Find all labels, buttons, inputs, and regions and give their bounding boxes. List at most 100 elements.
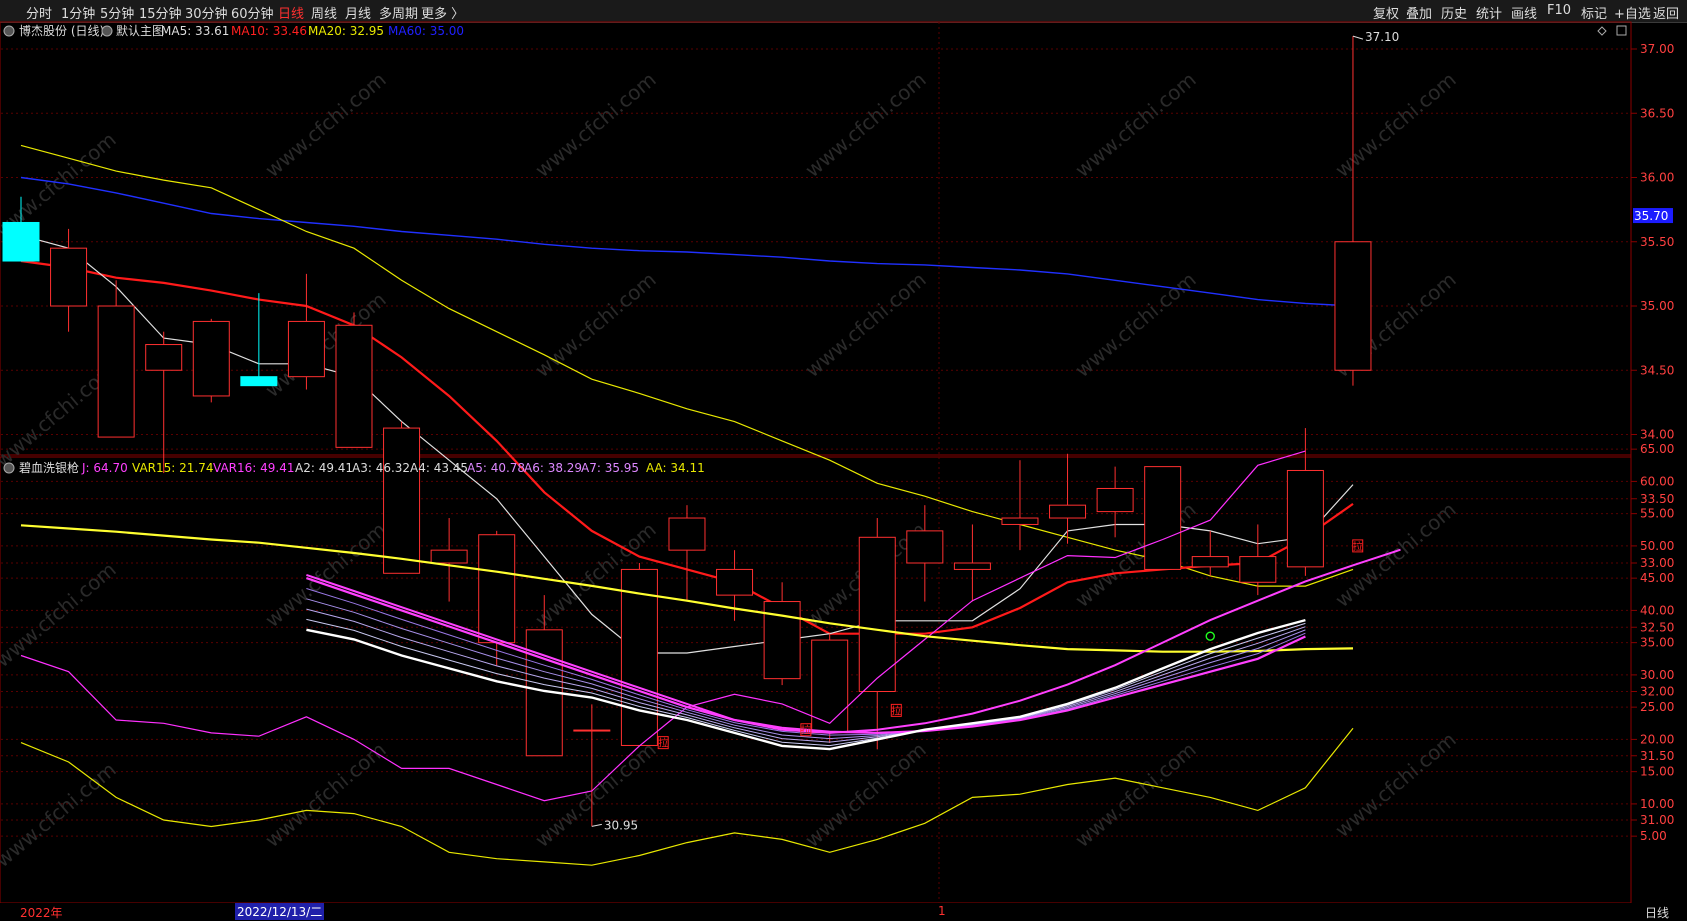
main-y-tick-label: 35.50 (1640, 235, 1674, 249)
candle-body-up (335, 324, 373, 448)
main-y-tick-label: 36.00 (1640, 171, 1674, 185)
candle-body-up (573, 729, 611, 732)
indicator-y-tick-label: 50.00 (1640, 539, 1674, 553)
candle-body-up (1001, 517, 1039, 525)
main-y-tick-label: 33.50 (1640, 492, 1674, 506)
candle-body-up (430, 549, 468, 564)
indicator-y-tick-label: 20.00 (1640, 732, 1674, 746)
signal-marker-char: 拉 (891, 704, 901, 717)
indicator-title: 碧血洗银枪 (19, 460, 79, 475)
high-marker-arrow (1352, 35, 1364, 40)
indicator-label-4: A3: 46.32 (352, 461, 410, 475)
status-bar: 2022年 2022/12/13/二 1 日线 (0, 903, 1687, 921)
year-label: 2022年 (20, 906, 63, 920)
low-marker-label: 30.95 (604, 818, 638, 832)
main-y-tick-label: 31.50 (1640, 749, 1674, 763)
indicator-label-8: A7: 35.95 (581, 461, 639, 475)
main-y-tick-label: 33.00 (1640, 556, 1674, 570)
period-label: 日线 (1645, 906, 1670, 920)
indicator-y-tick-label: 25.00 (1640, 700, 1674, 714)
watermark-text: www.cfchi.com (800, 737, 930, 852)
cursor-date: 2022/12/13/二 (235, 903, 325, 920)
main-y-tick-label: 36.50 (1640, 106, 1674, 120)
candle-body-up (145, 344, 183, 371)
main-y-tick-label: 37.00 (1640, 42, 1674, 56)
watermark-text: www.cfchi.com (1330, 727, 1460, 842)
main-y-tick-label: 35.00 (1640, 299, 1674, 313)
indicator-y-tick-label: 5.00 (1640, 829, 1667, 843)
candle-body-up (50, 247, 88, 307)
indicator-label-2: VAR16: 49.41 (213, 461, 294, 475)
var15-line (20, 727, 1354, 866)
watermark-text: www.cfchi.com (1330, 67, 1460, 182)
candle-body-up (383, 427, 421, 574)
candle-body-up (287, 320, 325, 378)
watermark-text: www.cfchi.com (0, 757, 121, 872)
main-collapse-icon (3, 25, 15, 37)
indicator-y-tick-label: 55.00 (1640, 507, 1674, 521)
candle-body-up (1049, 504, 1087, 519)
candle-body-down (240, 376, 278, 387)
high-marker-label: 37.10 (1365, 30, 1399, 44)
indicator-label-6: A5: 40.78 (467, 461, 525, 475)
watermark-text: www.cfchi.com (800, 267, 930, 382)
diamond-icon (1597, 26, 1607, 36)
candle-body-up (1334, 241, 1372, 371)
maximize-icon (1616, 25, 1627, 36)
watermark-text: www.cfchi.com (1330, 497, 1460, 612)
main-title: 博杰股份 (日线) (19, 23, 104, 38)
indicator-y-tick-label: 15.00 (1640, 765, 1674, 779)
candle-body-up (953, 562, 991, 570)
indicator-y-tick-label: 35.00 (1640, 636, 1674, 650)
watermark-text: www.cfchi.com (1070, 67, 1200, 182)
a7-line (306, 577, 1306, 735)
signal-marker-char: 拉 (1353, 540, 1363, 553)
main-y-tick-label: 34.00 (1640, 428, 1674, 442)
main-y-tick-label: 32.50 (1640, 620, 1674, 634)
candle-body-up (97, 305, 135, 438)
candle-body-up (1144, 466, 1182, 570)
candle-body-up (1096, 487, 1134, 513)
ma-label-2: MA20: 32.95 (308, 24, 384, 38)
indicator-label-1: VAR15: 21.74 (132, 461, 213, 475)
indicator-label-5: A4: 43.45 (410, 461, 468, 475)
candle-body-up (192, 320, 230, 397)
candle-body-up (716, 568, 754, 596)
ma-label-1: MA10: 33.46 (231, 24, 307, 38)
buy-signal-icon (1205, 631, 1215, 641)
watermark-text: www.cfchi.com (260, 737, 390, 852)
signal-marker-char: 拉 (801, 724, 811, 737)
indicator-y-tick-label: 45.00 (1640, 571, 1674, 585)
watermark-text: www.cfchi.com (1070, 737, 1200, 852)
indicator-label-3: A2: 49.41 (295, 461, 353, 475)
main-y-tick-label: 32.00 (1640, 685, 1674, 699)
chart-canvas[interactable]: 37.00 36.50 36.00 35.50 35.00 34.50 34.00 33.50… (0, 0, 1687, 903)
watermark-text: www.cfchi.com (530, 67, 660, 182)
indicator-label-0: J: 64.70 (81, 461, 128, 475)
main-panel-frame (0, 21, 1632, 456)
watermark-text: www.cfchi.com (0, 557, 121, 672)
candle-body-up (906, 530, 944, 564)
candle-body-up (478, 534, 516, 644)
watermark-text: www.cfchi.com (800, 67, 930, 182)
watermark-text: www.cfchi.com (530, 267, 660, 382)
low-marker-arrow (591, 823, 602, 827)
main-y-tick-label: 34.50 (1640, 363, 1674, 377)
indicator-label-9: AA: 34.11 (646, 461, 705, 475)
candle-body-up (1191, 556, 1229, 568)
main-y-tick-label: 31.00 (1640, 813, 1674, 827)
candle-body-up (1286, 469, 1324, 568)
indicator-y-tick-label: 65.00 (1640, 442, 1674, 456)
price-tag-label: 35.70 (1634, 209, 1668, 223)
candle-body-up (668, 517, 706, 551)
template-dropdown-icon (101, 25, 113, 37)
indicator-collapse-icon (3, 462, 15, 474)
candle-body-up (1239, 556, 1277, 583)
ma-label-0: MA5: 33.61 (161, 24, 229, 38)
month-mark: 1 (938, 904, 946, 918)
indicator-y-tick-label: 10.00 (1640, 797, 1674, 811)
candle-body-down (2, 221, 40, 262)
watermark-text: www.cfchi.com (260, 67, 390, 182)
indicator-y-tick-label: 60.00 (1640, 474, 1674, 488)
ma-label-3: MA60: 35.00 (388, 24, 464, 38)
